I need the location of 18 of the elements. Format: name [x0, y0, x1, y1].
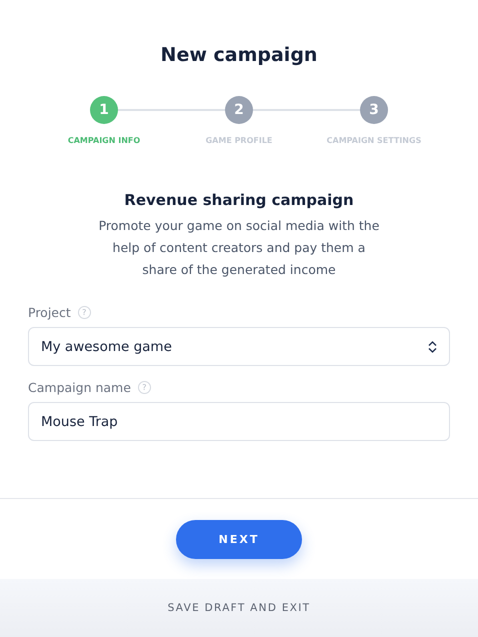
save-draft-link[interactable]: SAVE DRAFT AND EXIT: [168, 602, 310, 614]
step-label: CAMPAIGN SETTINGS: [326, 136, 422, 145]
next-button[interactable]: NEXT: [176, 520, 302, 559]
field-label: Project: [28, 305, 71, 320]
step-circle[interactable]: 1: [90, 96, 118, 124]
help-icon[interactable]: ?: [78, 306, 91, 319]
campaign-name-field[interactable]: Mouse Trap: [28, 402, 450, 441]
section-description: Promote your game on social media with the help of content creators and pay them a share of the generated income: [98, 217, 380, 279]
page-title: New campaign: [160, 44, 318, 66]
section-heading: Revenue sharing campaign: [123, 191, 355, 209]
step-circle[interactable]: 3: [360, 96, 388, 124]
step-label: GAME PROFILE: [206, 136, 272, 145]
chevron-icon: [428, 340, 437, 352]
step-circle[interactable]: 2: [225, 96, 253, 124]
help-icon[interactable]: ?: [138, 381, 151, 394]
step-label: CAMPAIGN INFO: [68, 136, 140, 145]
field-label: Campaign name: [28, 380, 131, 395]
project-select[interactable]: My awesome game: [28, 327, 450, 366]
